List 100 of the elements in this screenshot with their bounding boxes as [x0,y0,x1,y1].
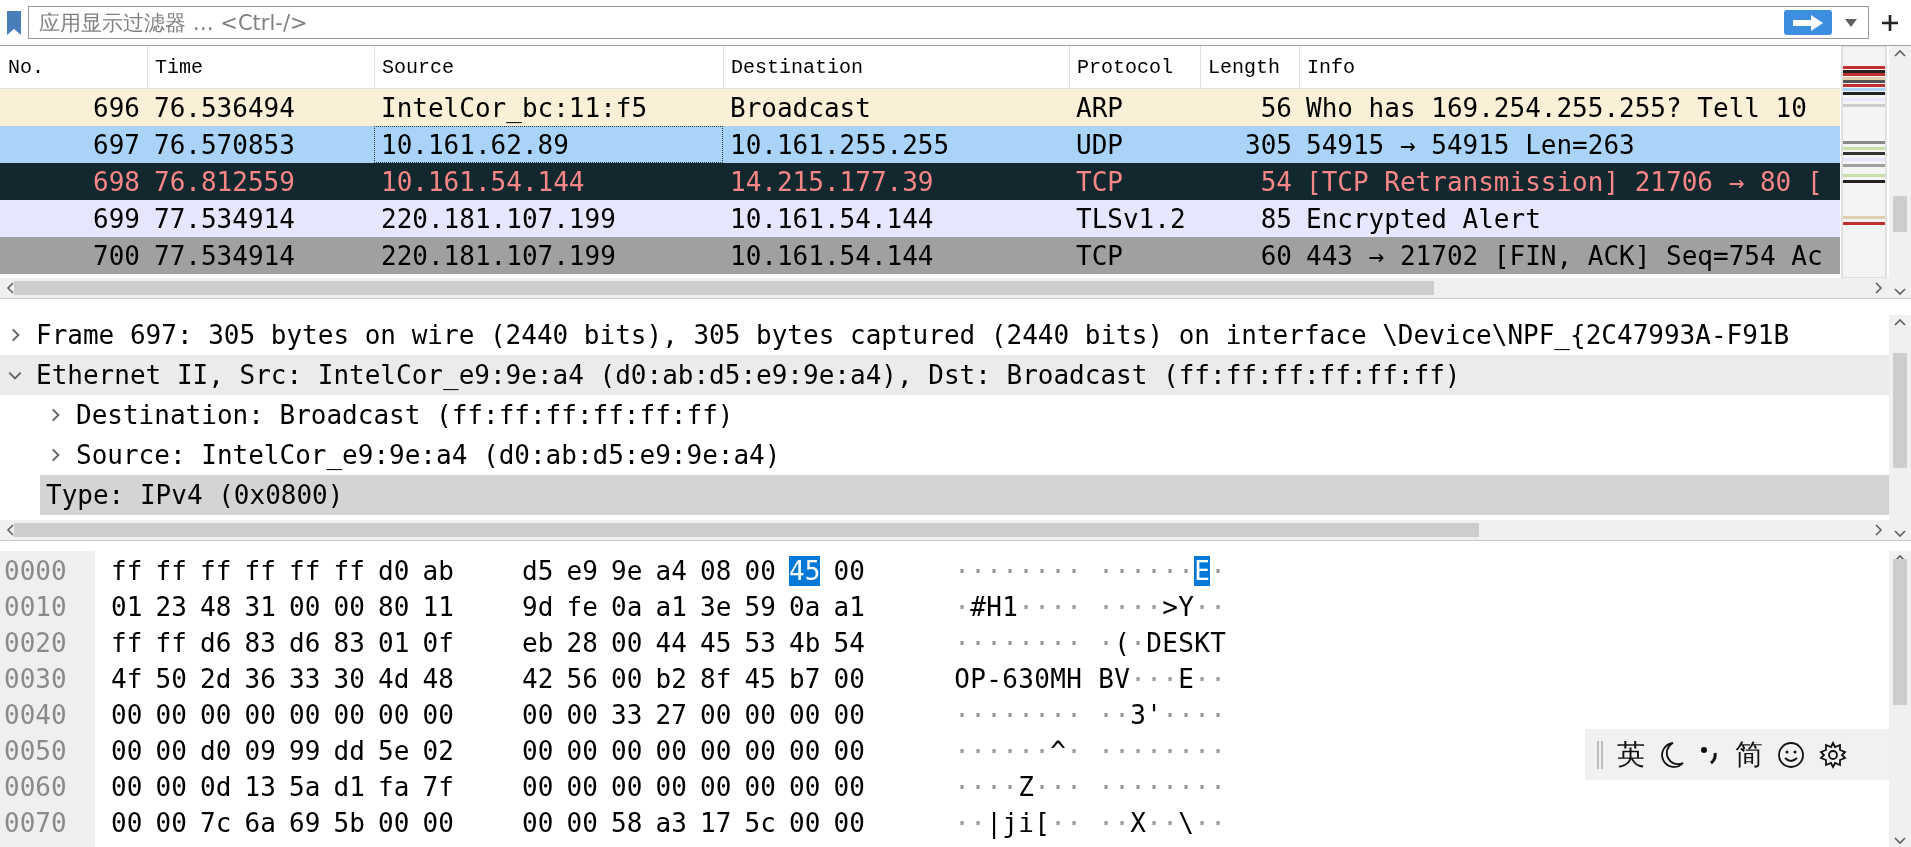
hex-byte[interactable]: 36 [244,664,276,694]
moon-icon[interactable] [1659,740,1685,769]
column-header[interactable]: Source [374,46,723,88]
hex-byte[interactable]: 28 [566,628,598,658]
hex-byte[interactable]: 00 [744,772,776,802]
packet-row[interactable]: 699 77.534914 220.181.107.199 10.161.54.144 TLSv1.2 85 Encrypted Alert [0,200,1840,237]
ascii-char[interactable]: X [1130,808,1146,838]
hex-byte[interactable]: 42 [522,664,554,694]
hex-byte[interactable]: ff [333,556,365,586]
hex-byte[interactable]: 00 [111,700,143,730]
hex-byte[interactable]: 00 [522,736,554,766]
hex-byte[interactable]: 09 [244,736,276,766]
settings-icon[interactable] [1819,740,1847,769]
hex-byte[interactable]: b2 [655,664,687,694]
hex-byte[interactable]: fe [566,592,598,622]
hex-byte[interactable]: 08 [700,556,732,586]
hex-byte[interactable]: 00 [789,772,821,802]
ascii-char[interactable]: i [1018,808,1034,838]
hex-byte[interactable]: 00 [111,736,143,766]
hex-byte[interactable]: 30 [333,664,365,694]
hex-byte[interactable]: 00 [655,772,687,802]
ascii-char[interactable]: E [1162,628,1178,658]
tree-row[interactable]: Destination: Broadcast (ff:ff:ff:ff:ff:ff) [40,395,1889,435]
hex-byte[interactable]: 48 [200,592,232,622]
column-header[interactable]: Destination [723,46,1069,88]
ascii-char[interactable]: 6 [1002,664,1018,694]
column-header[interactable]: Info [1299,46,1840,88]
hex-byte[interactable]: 00 [333,700,365,730]
bookmark-icon[interactable] [6,9,22,36]
hex-byte[interactable]: ff [111,556,143,586]
hex-byte[interactable]: 00 [155,700,187,730]
hex-byte[interactable]: 23 [155,592,187,622]
hex-byte[interactable]: ff [155,628,187,658]
hex-byte[interactable]: 00 [833,772,865,802]
ascii-char[interactable]: 1 [1002,592,1018,622]
hex-byte[interactable]: 00 [700,772,732,802]
ascii-char[interactable]: E [1178,664,1194,694]
column-header[interactable]: No. [0,46,147,88]
hex-byte[interactable]: 9e [611,556,643,586]
hex-byte[interactable]: 80 [378,592,410,622]
ascii-char[interactable]: \ [1178,808,1194,838]
hex-byte[interactable]: d6 [200,628,232,658]
column-header[interactable]: Protocol [1069,46,1200,88]
hex-byte[interactable]: ab [422,556,454,586]
hex-byte[interactable]: 00 [833,664,865,694]
hex-byte[interactable]: 99 [289,736,321,766]
ascii-char[interactable]: 3 [1130,700,1146,730]
ascii-char[interactable]: j [1002,808,1018,838]
ascii-char[interactable]: Z [1018,772,1034,802]
hex-byte[interactable]: 83 [244,628,276,658]
hex-byte[interactable]: a1 [833,592,865,622]
hex-byte[interactable]: 13 [244,772,276,802]
ascii-char[interactable]: # [970,592,986,622]
vertical-scrollbar[interactable] [1889,315,1911,540]
packet-row[interactable]: 698 76.812559 10.161.54.144 14.215.177.39 TCP 54 [TCP Retransmission] 21706 → 80 [ [0,163,1840,200]
hex-byte[interactable]: d0 [200,736,232,766]
ascii-char[interactable]: O [954,664,970,694]
scrollbar-thumb[interactable] [1893,196,1907,232]
hex-byte[interactable]: eb [522,628,554,658]
hex-byte[interactable]: d5 [522,556,554,586]
hex-byte[interactable]: 00 [833,736,865,766]
hex-byte[interactable]: 00 [833,808,865,838]
hex-byte[interactable]: 7c [200,808,232,838]
ascii-char[interactable]: [ [1034,808,1050,838]
hex-byte[interactable]: 3e [700,592,732,622]
horizontal-scrollbar[interactable] [0,278,1889,298]
hex-byte[interactable]: 27 [655,700,687,730]
ascii-char[interactable]: - [986,664,1002,694]
packet-row[interactable]: 696 76.536494 IntelCor_bc:11:f5 Broadcast ARP 56 Who has 169.254.255.255? Tell 10 [0,89,1840,126]
hex-byte[interactable]: 02 [422,736,454,766]
hex-byte[interactable]: 00 [111,808,143,838]
ascii-char[interactable]: ^ [1050,736,1066,766]
hex-byte[interactable]: 33 [289,664,321,694]
ascii-char[interactable]: M [1050,664,1066,694]
hex-byte[interactable]: 45 [700,628,732,658]
hex-byte[interactable]: 00 [700,736,732,766]
hex-byte[interactable]: 69 [289,808,321,838]
hex-byte[interactable]: 00 [833,556,865,586]
ascii-char[interactable]: Y [1178,592,1194,622]
ascii-char[interactable]: D [1146,628,1162,658]
hex-byte[interactable]: 9d [522,592,554,622]
hex-byte[interactable]: ff [244,556,276,586]
hex-byte[interactable]: 7f [422,772,454,802]
hex-byte[interactable]: a4 [655,556,687,586]
hex-byte[interactable]: 00 [566,772,598,802]
hex-byte[interactable]: d0 [378,556,410,586]
hex-byte[interactable]: d6 [289,628,321,658]
column-header[interactable]: Length [1200,46,1299,88]
hex-byte[interactable]: 00 [200,700,232,730]
hex-byte[interactable]: 59 [744,592,776,622]
hex-byte[interactable]: 45 [789,556,821,586]
hex-byte[interactable]: 00 [611,664,643,694]
ascii-char[interactable]: 3 [1018,664,1034,694]
vertical-scrollbar[interactable] [1889,46,1911,298]
hex-byte[interactable]: 2d [200,664,232,694]
ascii-char[interactable]: | [986,808,1002,838]
hex-byte[interactable]: ff [111,628,143,658]
hex-byte[interactable]: 83 [333,628,365,658]
hex-byte[interactable]: 00 [611,628,643,658]
hex-byte[interactable]: 00 [289,592,321,622]
